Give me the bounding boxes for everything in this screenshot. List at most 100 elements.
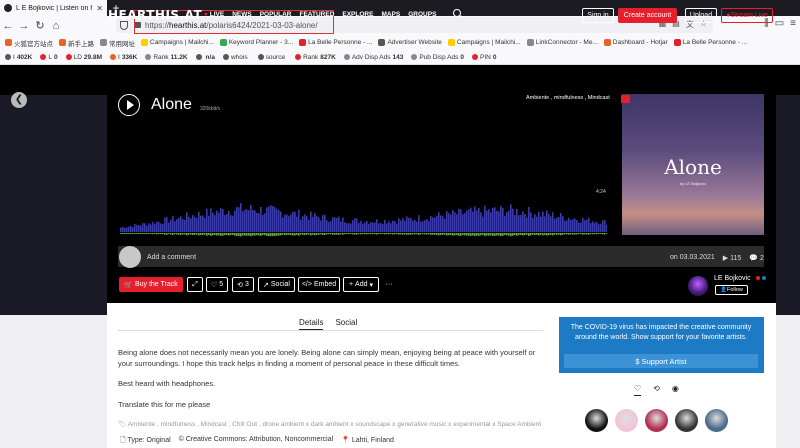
waveform-reflection — [278, 233, 280, 236]
seo-metric[interactable]: Pub Disp Ads 0 — [411, 54, 464, 61]
liker-avatar[interactable] — [705, 409, 728, 432]
create-account-button[interactable]: Create account — [618, 8, 677, 23]
bookmark-item[interactable]: Dashboard - Hotjar — [603, 39, 668, 46]
tab-social[interactable]: Social — [335, 318, 357, 330]
reposts-tab-icon[interactable]: ⟲ — [653, 384, 660, 396]
search-icon[interactable] — [453, 9, 461, 17]
seo-metric[interactable]: I 336K — [110, 54, 137, 61]
waveform-bar — [284, 214, 286, 232]
menu-icon[interactable]: ≡ — [790, 18, 796, 29]
waveform-bar — [336, 217, 338, 232]
translate-link[interactable]: Translate this for me please — [118, 400, 210, 409]
forward-icon[interactable]: → — [16, 18, 32, 34]
close-icon[interactable]: ✕ — [96, 4, 103, 13]
liker-avatar[interactable] — [585, 409, 608, 432]
waveform-reflection — [138, 233, 140, 234]
bookmark-item[interactable]: 常用网址 — [100, 38, 135, 48]
waveform-reflection — [346, 233, 348, 235]
play-button[interactable] — [118, 94, 140, 116]
like-button[interactable]: ♡ 5 — [206, 277, 228, 292]
expand-icon[interactable]: ⤢ — [187, 277, 203, 292]
tag-list[interactable]: 🏷 Ambiente , mindfulness , Mindcast , Ch… — [118, 420, 541, 428]
stream-live-button[interactable]: ● Stream Live — [721, 8, 773, 23]
back-icon[interactable]: ← — [0, 18, 16, 34]
seo-metric[interactable]: whois — [222, 54, 250, 61]
liker-avatar[interactable] — [615, 409, 638, 432]
waveform-bar — [402, 218, 404, 232]
waveform-bar — [580, 222, 582, 232]
waveform-bar — [574, 218, 576, 232]
waveform-bar — [238, 207, 240, 232]
seo-metric[interactable]: n/a — [195, 54, 215, 61]
waveform-reflection — [474, 233, 476, 237]
seo-metric[interactable]: source — [257, 54, 288, 61]
comment-bar[interactable] — [118, 246, 764, 267]
waveform-reflection — [312, 233, 314, 235]
nav-news[interactable]: NEWS — [232, 11, 252, 18]
sidebar-icon[interactable]: ▭ — [775, 18, 784, 29]
nav-featured[interactable]: FEATURED — [299, 11, 334, 18]
waveform-bar — [174, 221, 176, 232]
buy-track-button[interactable]: 🛒 Buy the Track — [119, 277, 183, 292]
liker-avatar[interactable] — [645, 409, 668, 432]
liker-avatar[interactable] — [675, 409, 698, 432]
seo-metric[interactable]: LD 29.8M — [65, 54, 102, 61]
add-button[interactable]: + Add ▾ — [343, 277, 379, 292]
seo-metric[interactable]: PIN 0 — [472, 54, 496, 61]
upload-button[interactable]: Upload — [685, 8, 717, 23]
waveform-reflection — [588, 233, 590, 235]
location[interactable]: 📍 Lahti, Finland — [341, 436, 394, 447]
waveform-reflection — [196, 233, 198, 235]
back-arrow-icon[interactable]: ❮ — [11, 92, 27, 108]
waveform-bar — [216, 210, 218, 232]
nav-maps[interactable]: MAPS — [381, 11, 400, 18]
nav-groups[interactable]: GROUPS — [408, 11, 436, 18]
seo-metric[interactable]: Rank 827K — [295, 54, 336, 61]
seo-metric[interactable]: Rank 11.2K — [145, 54, 188, 61]
bookmark-item[interactable]: LinkConnector - Me... — [526, 39, 598, 46]
nav-popular[interactable]: POPULAR — [260, 11, 292, 18]
tab-details[interactable]: Details — [299, 318, 324, 330]
site-logo[interactable]: HEARTHIS.AT — [108, 8, 202, 22]
repost-button[interactable]: ⟲ 3 — [232, 277, 254, 292]
bookmark-item[interactable]: Keyword Planner - 3... — [219, 39, 293, 46]
follow-button[interactable]: 👤 Follow — [715, 285, 748, 295]
home-icon[interactable]: ⌂ — [48, 18, 64, 34]
license[interactable]: © Creative Commons: Attribution, Noncomm… — [179, 436, 334, 447]
waveform-bar — [126, 227, 128, 232]
bookmark-item[interactable]: La Belle Personne - ... — [673, 39, 747, 46]
site-header — [0, 65, 800, 95]
waveform-bar — [520, 214, 522, 232]
sign-in-button[interactable]: Sign in — [582, 8, 614, 23]
bookmark-item[interactable]: Campaigns | Mailchi... — [447, 39, 521, 46]
waveform[interactable] — [120, 184, 607, 238]
track-meta: on 03.03.2021 ▶ 115 💬 2 — [670, 254, 764, 262]
bookmark-item[interactable]: 新手上路 — [59, 38, 94, 48]
bookmark-icon — [378, 39, 386, 46]
comment-input[interactable]: Add a comment — [147, 254, 196, 261]
seo-metric[interactable]: I 402K — [5, 54, 32, 61]
waveform-bar — [530, 212, 532, 232]
bookmark-item[interactable]: Advertiser Website — [378, 39, 442, 46]
bookmark-item[interactable]: Campaigns | Mailchi... — [141, 39, 214, 46]
reload-icon[interactable]: ↻ — [32, 18, 48, 34]
bookmark-item[interactable]: La Belle Personne - ... — [299, 39, 372, 46]
more-button[interactable]: ··· — [382, 277, 396, 292]
artist-badge-icon — [762, 276, 766, 280]
artist-avatar[interactable] — [688, 276, 708, 296]
playlists-tab-icon[interactable]: ◉ — [672, 384, 679, 396]
browser-tab[interactable]: L E Bojkovic | Listen on hear ✕ — [0, 0, 107, 16]
likes-tab-icon[interactable]: ♡ — [634, 384, 642, 396]
nav-explore[interactable]: EXPLORE — [342, 11, 373, 18]
support-artist-button[interactable]: $ Support Artist — [564, 354, 758, 368]
waveform-reflection — [290, 233, 292, 236]
seo-metric[interactable]: Adv Disp Ads 143 — [343, 54, 403, 61]
waveform-reflection — [462, 233, 464, 236]
seo-metric[interactable]: L0 — [40, 54, 58, 61]
embed-button[interactable]: </> Embed — [298, 277, 340, 292]
track-tags[interactable]: Ambiente , mindfulness , Mindcast — [526, 95, 610, 101]
artist-name[interactable]: LE Bojkovic — [714, 275, 751, 282]
nav-live[interactable]: ● LIVE — [204, 11, 224, 18]
social-button[interactable]: ↗ Social — [258, 277, 295, 292]
bookmark-item[interactable]: 火狐官方站点 — [5, 38, 53, 48]
